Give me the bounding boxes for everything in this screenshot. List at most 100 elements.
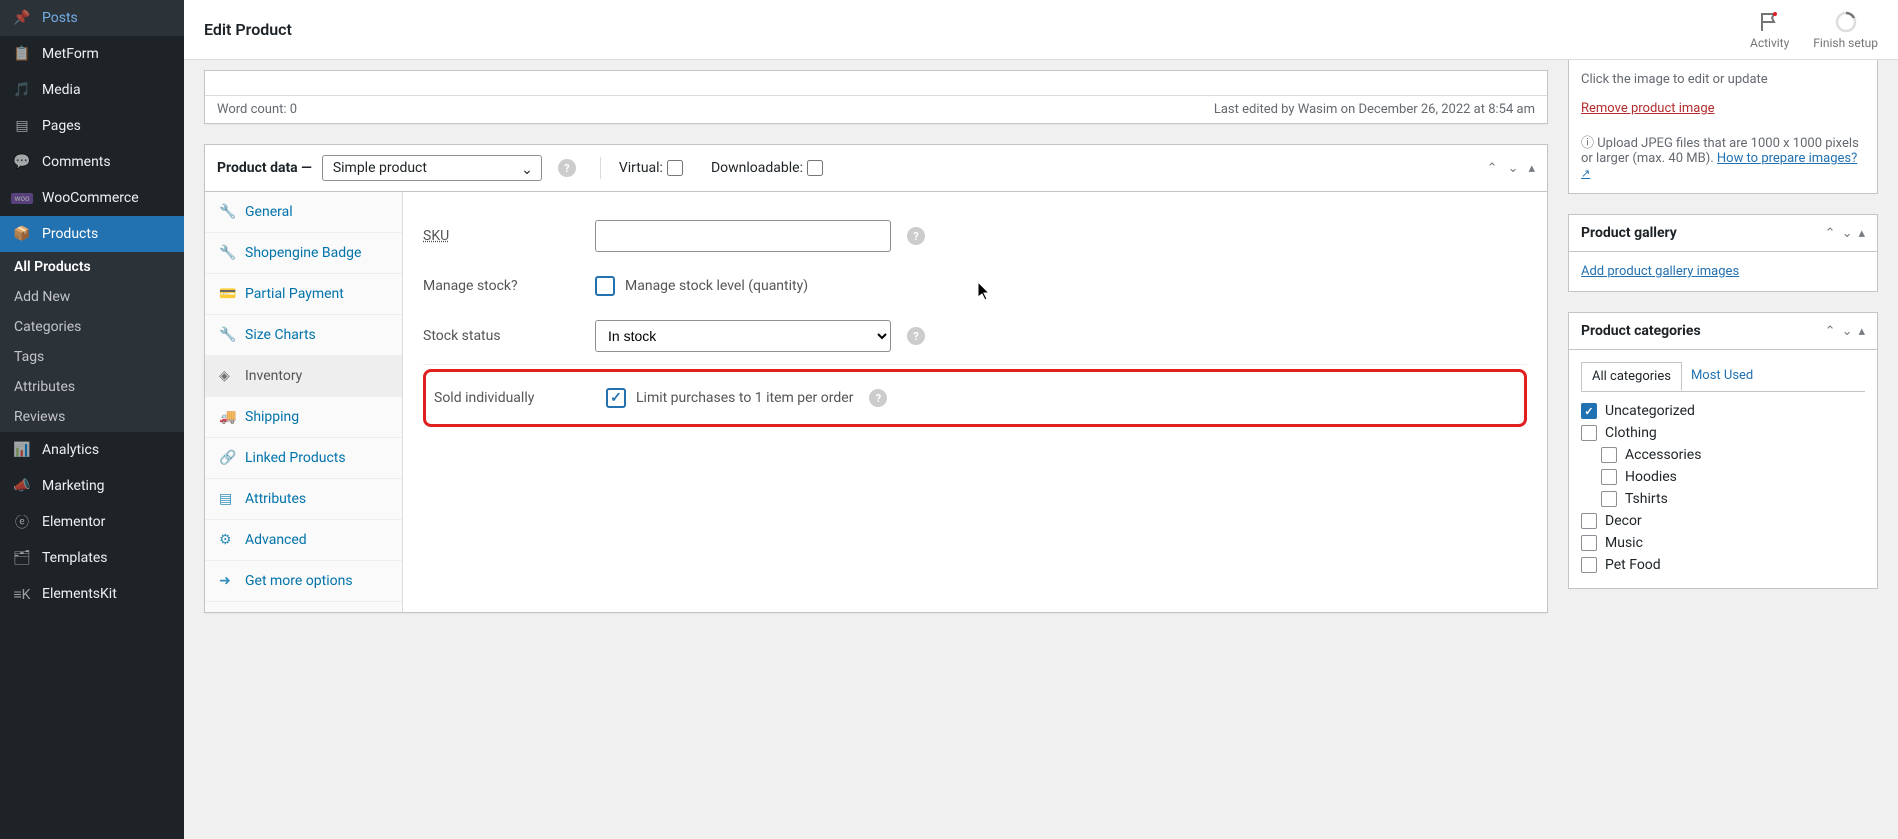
panel-down-icon[interactable]: ⌄ [1508,161,1519,176]
submenu-categories[interactable]: Categories [0,312,184,342]
panel-toggle-icon[interactable]: ▴ [1858,324,1865,339]
submenu-all-products[interactable]: All Products [0,252,184,282]
sidebar-item-posts[interactable]: 📌Posts [0,0,184,36]
help-icon[interactable]: ? [907,227,925,245]
product-type-select[interactable]: Simple product ⌄ [322,155,542,181]
sidebar-item-analytics[interactable]: 📊Analytics [0,432,184,468]
cat-item[interactable]: Decor [1581,510,1865,532]
downloadable-checkbox[interactable] [807,160,823,176]
virtual-checkbox-label[interactable]: Virtual: [619,160,683,176]
product-image-hint: Click the image to edit or update [1581,72,1865,87]
tab-inventory[interactable]: ◈Inventory [205,356,402,397]
page-title: Edit Product [204,20,292,39]
stats-icon: 📊 [12,440,32,460]
topbar: Edit Product Activity Finish setup [184,0,1898,60]
sidebar-item-woocommerce[interactable]: wooWooCommerce [0,180,184,216]
sidebar-item-media[interactable]: 🎵Media [0,72,184,108]
cat-checkbox[interactable] [1601,491,1617,507]
sidebar-item-products[interactable]: 📦Products [0,216,184,252]
tab-partial-payment[interactable]: 💳Partial Payment [205,274,402,315]
activity-button[interactable]: Activity [1750,10,1789,50]
megaphone-icon: 📣 [12,476,32,496]
tab-shipping[interactable]: 🚚Shipping [205,397,402,438]
panel-up-icon[interactable]: ⌃ [1487,161,1498,176]
panel-toggle-icon[interactable]: ▴ [1858,226,1865,241]
tab-linked-products[interactable]: 🔗Linked Products [205,438,402,479]
cat-item[interactable]: Music [1581,532,1865,554]
cat-checkbox[interactable] [1581,557,1597,573]
cat-item[interactable]: Tshirts [1601,488,1865,510]
stock-status-select[interactable]: In stock [595,320,891,352]
sku-input[interactable] [595,220,891,252]
cat-item[interactable]: Accessories [1601,444,1865,466]
wrench-icon: 🔧 [219,245,235,261]
submenu-add-new[interactable]: Add New [0,282,184,312]
last-edited: Last edited by Wasim on December 26, 202… [1214,102,1535,117]
product-image-box: Click the image to edit or update Remove… [1568,60,1878,194]
cat-checkbox[interactable] [1581,513,1597,529]
templates-icon: 🗂 [12,548,32,568]
cat-tab-all[interactable]: All categories [1581,362,1682,391]
submenu-tags[interactable]: Tags [0,342,184,372]
card-icon: 💳 [219,286,235,302]
sidebar-item-metform[interactable]: 📋MetForm [0,36,184,72]
product-data-box: Product data — Simple product ⌄ ? Virtua… [204,144,1548,613]
sold-individually-desc: Limit purchases to 1 item per order [636,390,853,406]
sidebar-item-pages[interactable]: ▤Pages [0,108,184,144]
tab-get-more[interactable]: ➜Get more options [205,561,402,602]
product-gallery-title: Product gallery [1581,225,1825,241]
cat-checkbox[interactable] [1581,403,1597,419]
tab-size-charts[interactable]: 🔧Size Charts [205,315,402,356]
cat-checkbox[interactable] [1601,447,1617,463]
sidebar-item-elementskit[interactable]: ≡KElementsKit [0,576,184,612]
cat-checkbox[interactable] [1601,469,1617,485]
progress-icon [1834,10,1858,34]
tab-attributes[interactable]: ▤Attributes [205,479,402,520]
downloadable-checkbox-label[interactable]: Downloadable: [711,160,823,176]
cat-item[interactable]: Hoodies [1601,466,1865,488]
finish-setup-button[interactable]: Finish setup [1813,10,1878,50]
category-list[interactable]: Uncategorized Clothing Accessories Hoodi… [1581,400,1865,576]
list-icon: ▤ [219,491,235,507]
flag-icon [1758,10,1782,34]
cat-item[interactable]: Uncategorized [1581,400,1865,422]
woo-icon: woo [12,188,32,208]
cog-icon: ⚙ [219,532,235,548]
pin-icon: 📌 [12,8,32,28]
archive-icon: 📦 [12,224,32,244]
tab-advanced[interactable]: ⚙Advanced [205,520,402,561]
virtual-checkbox[interactable] [667,160,683,176]
word-count: Word count: 0 [217,102,297,117]
sidebar-item-templates[interactable]: 🗂Templates [0,540,184,576]
panel-up-icon[interactable]: ⌃ [1825,324,1836,339]
remove-product-image-link[interactable]: Remove product image [1581,101,1715,116]
tab-general[interactable]: 🔧General [205,192,402,233]
tab-shopengine-badge[interactable]: 🔧Shopengine Badge [205,233,402,274]
help-icon[interactable]: ? [558,159,576,177]
cat-item[interactable]: Pet Food [1581,554,1865,576]
panel-toggle-icon[interactable]: ▴ [1528,161,1535,176]
sidebar-item-elementor[interactable]: ⓔElementor [0,504,184,540]
cat-checkbox[interactable] [1581,535,1597,551]
add-gallery-images-link[interactable]: Add product gallery images [1581,264,1739,279]
cat-tab-most-used[interactable]: Most Used [1681,362,1763,391]
submenu-reviews[interactable]: Reviews [0,402,184,432]
camera-icon: 🎵 [12,80,32,100]
help-icon[interactable]: ? [907,327,925,345]
sold-individually-checkbox[interactable] [606,388,626,408]
submenu-attributes[interactable]: Attributes [0,372,184,402]
link-icon: 🔗 [219,450,235,466]
panel-up-icon[interactable]: ⌃ [1825,226,1836,241]
product-data-tabs: 🔧General 🔧Shopengine Badge 💳Partial Paym… [205,192,403,612]
cat-item[interactable]: Clothing [1581,422,1865,444]
panel-down-icon[interactable]: ⌄ [1842,324,1853,339]
manage-stock-checkbox[interactable] [595,276,615,296]
product-data-title: Product data — [217,160,312,176]
cat-checkbox[interactable] [1581,425,1597,441]
inventory-panel: SKU ? Manage stock? Manage st [403,192,1547,612]
panel-down-icon[interactable]: ⌄ [1842,226,1853,241]
gear-icon: ◈ [219,368,235,384]
sidebar-item-marketing[interactable]: 📣Marketing [0,468,184,504]
sidebar-item-comments[interactable]: 💬Comments [0,144,184,180]
help-icon[interactable]: ? [869,389,887,407]
